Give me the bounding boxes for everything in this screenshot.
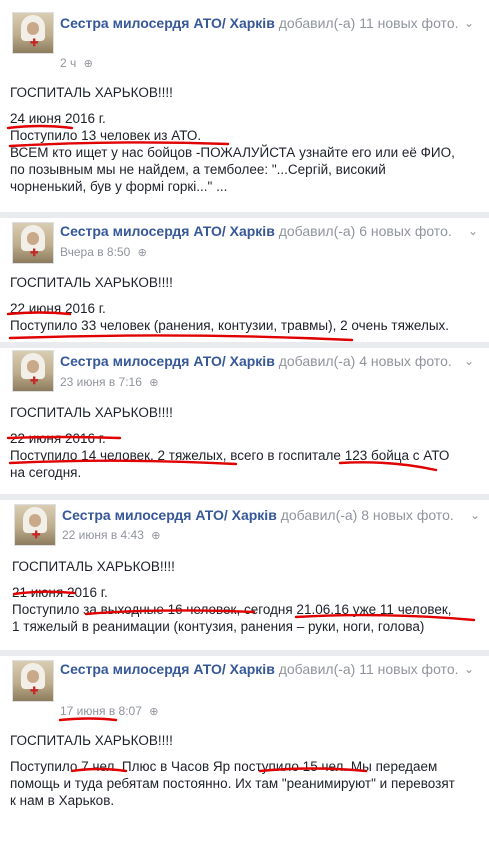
post-line: Поступило 13 человек из АТО.: [10, 128, 202, 143]
author-link[interactable]: Сестра милосердя АТО/ Харків: [60, 353, 275, 369]
post-3: ✚ Сестра милосердя АТО/ Харків добавил(-…: [0, 348, 489, 490]
post-header: Сестра милосердя АТО/ Харків добавил(-а)…: [60, 222, 470, 241]
post-line: чорненький, був у формі горкі..." ...: [10, 179, 228, 194]
post-line: ГОСПИТАЛЬ ХАРЬКОВ!!!!: [10, 405, 173, 420]
post-1: ✚ Сестра милосердя АТО/ Харків добавил(-…: [0, 0, 489, 212]
post-meta: Вчера в 8:50 ⊕: [60, 245, 147, 260]
post-line: [10, 749, 480, 758]
page-avatar[interactable]: ✚: [12, 12, 54, 54]
post-line: 21 июня 2016 г.: [12, 585, 108, 600]
post-action: добавил(-а) 11 новых фото.: [278, 15, 459, 31]
globe-icon: ⊕: [149, 706, 159, 718]
post-body: ГОСПИТАЛЬ ХАРЬКОВ!!!! 22 июня 2016 г. По…: [10, 404, 480, 481]
post-action: добавил(-а) 8 новых фото.: [280, 507, 454, 523]
page-avatar[interactable]: ✚: [12, 660, 54, 702]
post-action: добавил(-а) 6 новых фото.: [278, 223, 452, 239]
post-line: ГОСПИТАЛЬ ХАРЬКОВ!!!!: [10, 275, 173, 290]
post-line: ГОСПИТАЛЬ ХАРЬКОВ!!!!: [10, 733, 173, 748]
page-avatar[interactable]: ✚: [14, 504, 56, 546]
post-meta: 23 июня в 7:16 ⊕: [60, 375, 158, 390]
post-meta: 2 ч ⊕: [60, 56, 93, 71]
timestamp-link[interactable]: 17 июня в 8:07: [60, 704, 142, 718]
post-line: [10, 421, 480, 430]
post-body: ГОСПИТАЛЬ ХАРЬКОВ!!!! Поступило 7 чел. П…: [10, 732, 480, 809]
post-meta: 17 июня в 8:07 ⊕: [60, 704, 158, 719]
chevron-down-icon[interactable]: ⌄: [470, 508, 480, 522]
author-link[interactable]: Сестра милосердя АТО/ Харків: [62, 507, 277, 523]
post-line: Поступило 14 человек, 2 тяжелых, всего в…: [10, 448, 450, 463]
chevron-down-icon[interactable]: ⌄: [468, 224, 478, 238]
post-5: ✚ Сестра милосердя АТО/ Харків добавил(-…: [0, 656, 489, 850]
post-line: 22 июня 2016 г.: [10, 301, 106, 316]
page-avatar[interactable]: ✚: [12, 350, 54, 392]
post-action: добавил(-а) 11 новых фото.: [278, 661, 459, 677]
post-line: [12, 575, 482, 584]
post-body: ГОСПИТАЛЬ ХАРЬКОВ!!!! 24 июня 2016 г. По…: [10, 84, 480, 195]
globe-icon: ⊕: [149, 377, 159, 389]
post-header: Сестра милосердя АТО/ Харків добавил(-а)…: [62, 506, 472, 525]
author-link[interactable]: Сестра милосердя АТО/ Харків: [60, 15, 275, 31]
post-line: 22 июня 2016 г.: [10, 431, 106, 446]
post-line: 24 июня 2016 г.: [10, 111, 106, 126]
post-line: ГОСПИТАЛЬ ХАРЬКОВ!!!!: [10, 85, 173, 100]
timestamp-link[interactable]: Вчера в 8:50: [60, 245, 130, 259]
chevron-down-icon[interactable]: ⌄: [464, 662, 474, 676]
post-meta: 22 июня в 4:43 ⊕: [62, 528, 160, 543]
post-line: Поступило 33 человек (ранения, контузии,…: [10, 318, 450, 333]
post-line: ГОСПИТАЛЬ ХАРЬКОВ!!!!: [12, 559, 175, 574]
post-line: ВСЕМ кто ищет у нас бойцов -ПОЖАЛУЙСТА у…: [10, 145, 455, 160]
post-4: ✚ Сестра милосердя АТО/ Харків добавил(-…: [0, 500, 489, 650]
timestamp-link[interactable]: 23 июня в 7:16: [60, 375, 142, 389]
post-line: 1 тяжелый в реанимации (контузия, ранени…: [12, 619, 425, 634]
post-line: Поступило за выходные 16 человек, сегодн…: [12, 602, 452, 617]
post-2: ✚ Сестра милосердя АТО/ Харків добавил(-…: [0, 218, 489, 346]
post-line: [10, 291, 480, 300]
post-action: добавил(-а) 4 новых фото.: [278, 353, 452, 369]
globe-icon: ⊕: [151, 530, 161, 542]
post-header: Сестра милосердя АТО/ Харків добавил(-а)…: [60, 14, 460, 33]
post-line: Поступило 7 чел. Плюс в Часов Яр поступи…: [10, 759, 438, 774]
globe-icon: ⊕: [83, 58, 93, 70]
post-line: помощь и туда ребятам постоянно. Их там …: [10, 776, 455, 791]
page-avatar[interactable]: ✚: [12, 222, 54, 264]
post-line: на сегодня.: [10, 465, 82, 480]
globe-icon: ⊕: [137, 247, 147, 259]
post-header: Сестра милосердя АТО/ Харків добавил(-а)…: [60, 352, 470, 371]
timestamp-link[interactable]: 22 июня в 4:43: [62, 528, 144, 542]
post-header: Сестра милосердя АТО/ Харків добавил(-а)…: [60, 660, 460, 679]
post-line: к нам в Харьков.: [10, 793, 115, 808]
chevron-down-icon[interactable]: ⌄: [464, 354, 474, 368]
post-line: [10, 101, 480, 110]
post-line: по позывным мы не найдем, а темболее: ".…: [10, 162, 386, 177]
post-body: ГОСПИТАЛЬ ХАРЬКОВ!!!! 21 июня 2016 г. По…: [12, 558, 482, 635]
post-body: ГОСПИТАЛЬ ХАРЬКОВ!!!! 22 июня 2016 г. По…: [10, 274, 480, 334]
author-link[interactable]: Сестра милосердя АТО/ Харків: [60, 223, 275, 239]
timestamp-link[interactable]: 2 ч: [60, 56, 76, 70]
chevron-down-icon[interactable]: ⌄: [464, 16, 474, 30]
author-link[interactable]: Сестра милосердя АТО/ Харків: [60, 661, 275, 677]
